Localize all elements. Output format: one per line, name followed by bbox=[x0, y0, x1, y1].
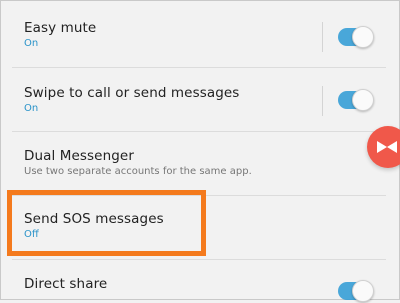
direct-share-toggle[interactable] bbox=[336, 279, 374, 303]
setting-dual-messenger[interactable]: Dual Messenger Use two separate accounts… bbox=[0, 148, 400, 177]
toggle-thumb bbox=[352, 280, 374, 302]
toggle-separator bbox=[322, 86, 323, 116]
divider bbox=[12, 67, 386, 68]
toggle-separator bbox=[322, 22, 323, 52]
setting-description: Use two separate accounts for the same a… bbox=[24, 166, 252, 177]
close-x-icon bbox=[377, 141, 397, 153]
setting-title: Dual Messenger bbox=[24, 148, 134, 164]
highlight-box bbox=[7, 190, 206, 256]
swipe-to-call-toggle[interactable] bbox=[336, 88, 374, 112]
divider bbox=[12, 131, 386, 132]
divider bbox=[12, 259, 386, 260]
toggle-thumb bbox=[352, 26, 374, 48]
easy-mute-toggle[interactable] bbox=[336, 25, 374, 49]
toggle-thumb bbox=[352, 89, 374, 111]
